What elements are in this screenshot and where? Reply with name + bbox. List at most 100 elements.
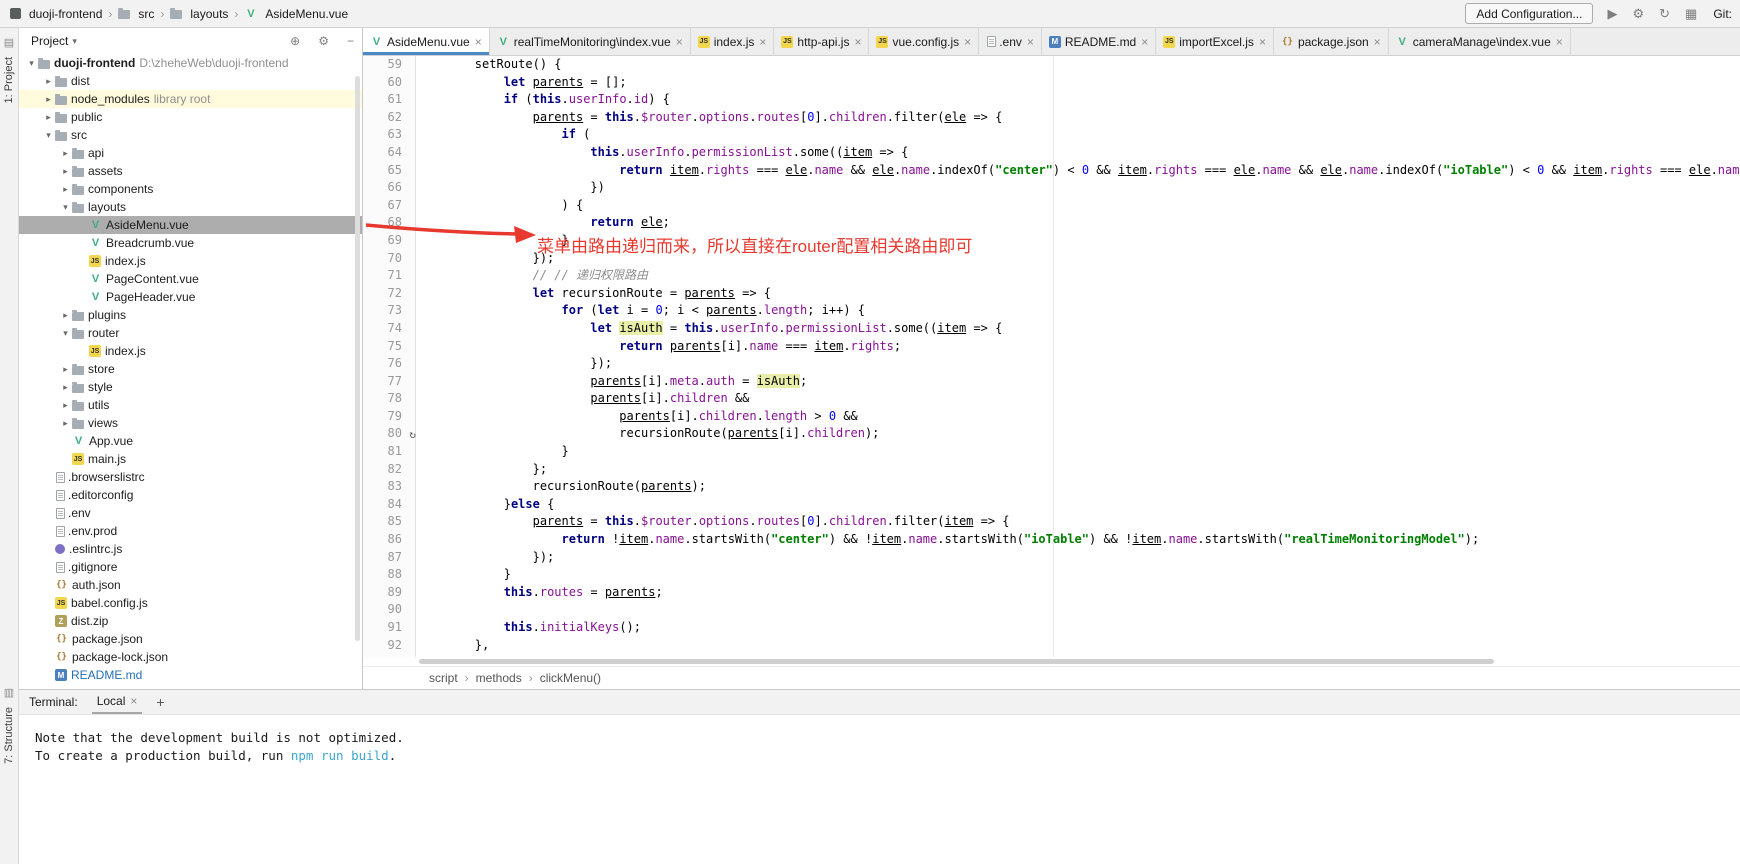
tree-item-index-js[interactable]: JSindex.js (19, 252, 362, 270)
tree-item-utils[interactable]: ▸utils (19, 396, 362, 414)
editor-tab-realtimemonitoring-index-vue[interactable]: VrealTimeMonitoring\index.vue× (490, 28, 691, 55)
breadcrumb-item[interactable]: methods (476, 671, 522, 685)
tree-item-gitignore[interactable]: .gitignore (19, 558, 362, 576)
tree-item-eslintrc-js[interactable]: .eslintrc.js (19, 540, 362, 558)
tree-item-env-prod[interactable]: .env.prod (19, 522, 362, 540)
settings-gear-icon[interactable]: ⚙ (318, 34, 329, 48)
tree-item-node-modules[interactable]: ▸node_moduleslibrary root (19, 90, 362, 108)
chevron-right-icon[interactable]: ▸ (59, 166, 72, 177)
run-button[interactable]: ▶ (1607, 6, 1617, 22)
code-text: ) { (417, 197, 583, 215)
editor-tab-env[interactable]: .env× (979, 28, 1042, 55)
chevron-right-icon[interactable]: ▸ (42, 94, 55, 105)
tree-item-babel-config-js[interactable]: JSbabel.config.js (19, 594, 362, 612)
tree-item-dist-zip[interactable]: Zdist.zip (19, 612, 362, 630)
tree-item-package-lock-json[interactable]: {}package-lock.json (19, 648, 362, 666)
chevron-down-icon[interactable]: ▾ (59, 202, 72, 213)
tree-item-store[interactable]: ▸store (19, 360, 362, 378)
tree-item-dist[interactable]: ▸dist (19, 72, 362, 90)
project-tool-button[interactable]: 1: Project (3, 57, 15, 103)
editor-tab-readme-md[interactable]: MREADME.md× (1042, 28, 1156, 55)
terminal-output[interactable]: Note that the development build is not o… (19, 715, 1740, 863)
breadcrumb-item[interactable]: layouts (170, 7, 228, 21)
close-icon[interactable]: × (1556, 35, 1563, 49)
tree-item-browserslistrc[interactable]: .browserslistrc (19, 468, 362, 486)
tree-item-env[interactable]: .env (19, 504, 362, 522)
structure-icon[interactable]: ▥ (4, 686, 14, 699)
editor-tab-vue-config-js[interactable]: JSvue.config.js× (869, 28, 979, 55)
tree-item-readme-md[interactable]: MREADME.md (19, 666, 362, 684)
close-icon[interactable]: × (475, 35, 482, 49)
tree-item-plugins[interactable]: ▸plugins (19, 306, 362, 324)
tree-item-index-js[interactable]: JSindex.js (19, 342, 362, 360)
chevron-down-icon[interactable]: ▾ (59, 328, 72, 339)
close-icon[interactable]: × (1027, 35, 1034, 49)
breadcrumb-item[interactable]: script (429, 671, 458, 685)
editor-tab-asidemenu-vue[interactable]: VAsideMenu.vue× (363, 28, 490, 55)
structure-tool-button[interactable]: 7: Structure (3, 707, 15, 764)
chevron-down-icon[interactable]: ▾ (42, 130, 55, 141)
tree-item-src[interactable]: ▾src (19, 126, 362, 144)
close-icon[interactable]: × (1141, 35, 1148, 49)
chevron-right-icon[interactable]: ▸ (59, 310, 72, 321)
chevron-right-icon[interactable]: ▸ (42, 76, 55, 87)
settings-icon[interactable]: ⚙ (1632, 6, 1644, 22)
sync-icon[interactable]: ↻ (1659, 6, 1670, 22)
tree-item-api[interactable]: ▸api (19, 144, 362, 162)
tree-item-pageheader-vue[interactable]: VPageHeader.vue (19, 288, 362, 306)
tree-item-breadcrumb-vue[interactable]: VBreadcrumb.vue (19, 234, 362, 252)
tree-item-style[interactable]: ▸style (19, 378, 362, 396)
project-panel-title[interactable]: Project (31, 34, 68, 48)
hide-panel-icon[interactable]: − (347, 34, 354, 48)
chevron-right-icon[interactable]: ▸ (59, 364, 72, 375)
tree-item-package-json[interactable]: {}package.json (19, 630, 362, 648)
tree-item-editorconfig[interactable]: .editorconfig (19, 486, 362, 504)
tree-item-public[interactable]: ▸public (19, 108, 362, 126)
tree-item-layouts[interactable]: ▾ layouts (19, 198, 362, 216)
add-configuration-button[interactable]: Add Configuration... (1465, 3, 1593, 24)
tool-windows-icon[interactable]: ▤ (4, 36, 14, 49)
chevron-right-icon[interactable]: ▸ (59, 418, 72, 429)
tree-item-router[interactable]: ▾router (19, 324, 362, 342)
editor-tab-package-json[interactable]: {}package.json× (1274, 28, 1389, 55)
editor-tab-cameramanage-index-vue[interactable]: VcameraManage\index.vue× (1389, 28, 1571, 55)
tree-item-assets[interactable]: ▸assets (19, 162, 362, 180)
chevron-right-icon[interactable]: ▸ (59, 148, 72, 159)
close-icon[interactable]: × (964, 35, 971, 49)
breadcrumb-item[interactable]: duoji-frontend (10, 7, 102, 21)
chevron-right-icon[interactable]: ▸ (59, 184, 72, 195)
close-icon[interactable]: × (1259, 35, 1266, 49)
tree-item-views[interactable]: ▸views (19, 414, 362, 432)
editor-tab-http-api-js[interactable]: JShttp-api.js× (774, 28, 869, 55)
scrollbar-thumb[interactable] (419, 659, 1494, 664)
locate-file-icon[interactable]: ⊕ (290, 34, 300, 48)
tree-item-label: layouts (88, 200, 126, 214)
tree-item-pagecontent-vue[interactable]: VPageContent.vue (19, 270, 362, 288)
editor-tab-index-js[interactable]: JSindex.js× (691, 28, 775, 55)
breadcrumb-item[interactable]: src (118, 7, 154, 21)
tree-item-duoji-frontend[interactable]: ▾duoji-frontendD:\zheheWeb\duoji-fronten… (19, 54, 362, 72)
code-editor[interactable]: 59 setRoute() {60 let parents = [];61 if… (363, 56, 1740, 657)
close-icon[interactable]: × (130, 694, 137, 708)
chevron-right-icon[interactable]: ▸ (59, 382, 72, 393)
tree-item-main-js[interactable]: JSmain.js (19, 450, 362, 468)
close-icon[interactable]: × (854, 35, 861, 49)
chevron-right-icon[interactable]: ▸ (42, 112, 55, 123)
editor-tab-importexcel-js[interactable]: JSimportExcel.js× (1156, 28, 1274, 55)
terminal-tab-local[interactable]: Local × (92, 690, 143, 714)
tree-item-asidemenu-vue[interactable]: VAsideMenu.vue (19, 216, 362, 234)
layout-icon[interactable]: ▦ (1685, 6, 1697, 22)
chevron-down-icon[interactable]: ▾ (72, 36, 77, 47)
tree-item-app-vue[interactable]: VApp.vue (19, 432, 362, 450)
close-icon[interactable]: × (759, 35, 766, 49)
close-icon[interactable]: × (676, 35, 683, 49)
chevron-down-icon[interactable]: ▾ (25, 58, 38, 69)
tree-item-auth-json[interactable]: {}auth.json (19, 576, 362, 594)
chevron-right-icon[interactable]: ▸ (59, 400, 72, 411)
new-terminal-button[interactable]: + (156, 694, 164, 710)
tree-item-components[interactable]: ▸components (19, 180, 362, 198)
breadcrumb-item[interactable]: VAsideMenu.vue (244, 7, 348, 21)
breadcrumb-item[interactable]: clickMenu() (540, 671, 601, 685)
scrollbar-thumb[interactable] (355, 76, 360, 641)
close-icon[interactable]: × (1374, 35, 1381, 49)
